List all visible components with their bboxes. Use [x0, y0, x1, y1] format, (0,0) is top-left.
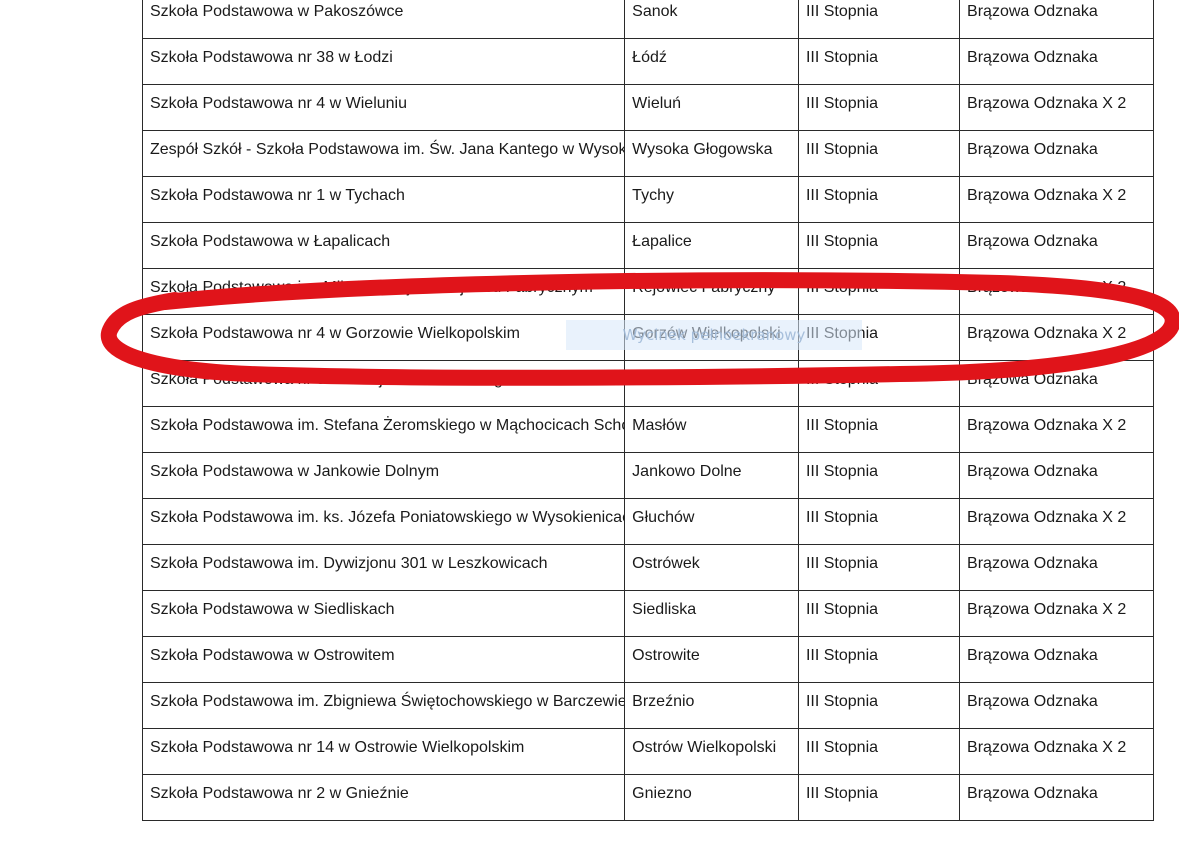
- cell-school-name: Szkoła Podstawowa nr 38 w Łodzi: [141, 38, 626, 85]
- cell-school-name: Szkoła Podstawowa w Ostrowitem: [141, 636, 626, 683]
- table-row: Szkoła Podstawowa nr 8 im. Wojciecha Kor…: [141, 360, 1154, 407]
- cell-award: Brązowa Odznaka X 2: [959, 406, 1154, 453]
- cell-city: Głuchów: [624, 498, 799, 545]
- cell-degree: III Stopnia: [797, 498, 961, 545]
- cell-school-name: Szkoła Podstawowa nr 2 w Gnieźnie: [141, 774, 626, 821]
- cell-award: Brązowa Odznaka X 2: [959, 268, 1154, 315]
- cell-school-name: Zespół Szkół - Szkoła Podstawowa im. Św.…: [141, 130, 626, 177]
- cell-award: Brązowa Odznaka: [959, 636, 1154, 683]
- table-row: Szkoła Podstawowa nr 1 w Tychach Tychy III…: [141, 176, 1154, 223]
- cell-city: Łapalice: [624, 222, 799, 269]
- cell-school-name: Szkoła Podstawowa nr 14 w Ostrowie Wielk…: [141, 728, 626, 775]
- cell-degree: III Stopnia: [797, 590, 961, 637]
- cell-degree: III Stopnia: [797, 406, 961, 453]
- cell-city: Wysoka Głogowska: [624, 130, 799, 177]
- cell-award: Brązowa Odznaka: [959, 774, 1154, 821]
- table-row: Szkoła Podstawowa nr 4 w Wieluniu Wieluń I…: [141, 84, 1154, 131]
- table-row: Szkoła Podstawowa w Siedliskach Siedliska…: [141, 590, 1154, 637]
- table-row: Szkoła Podstawowa nr 38 w Łodzi Łódź III S…: [141, 38, 1154, 85]
- cell-city: Mikołów: [624, 360, 799, 407]
- cell-degree: III Stopnia: [797, 130, 961, 177]
- cell-degree: III Stopnia: [797, 774, 961, 821]
- screen-snip-watermark: Wycinek pełnoekranowy: [566, 320, 862, 350]
- cell-city: Rejowiec Fabryczny: [624, 268, 799, 315]
- cell-award: Brązowa Odznaka: [959, 0, 1154, 39]
- cell-award: Brązowa Odznaka: [959, 360, 1154, 407]
- cell-degree: III Stopnia: [797, 636, 961, 683]
- cell-school-name: Szkoła Podstawowa im. ks. Józefa Poniato…: [141, 498, 626, 545]
- cell-award: Brązowa Odznaka X 2: [959, 84, 1154, 131]
- cell-city: Masłów: [624, 406, 799, 453]
- cell-degree: III Stopnia: [797, 682, 961, 729]
- cell-school-name: Szkoła Podstawowa w Siedliskach: [141, 590, 626, 637]
- cell-degree: III Stopnia: [797, 222, 961, 269]
- cell-city: Ostrów Wielkopolski: [624, 728, 799, 775]
- table-row: Szkoła Podstawowa nr 2 w Gnieźnie Gniezno…: [141, 774, 1154, 821]
- cell-award: Brązowa Odznaka X 2: [959, 176, 1154, 223]
- cell-city: Sanok: [624, 0, 799, 39]
- cell-award: Brązowa Odznaka X 2: [959, 498, 1154, 545]
- cell-degree: III Stopnia: [797, 38, 961, 85]
- cell-school-name: Szkoła Podstawowa nr 1 w Tychach: [141, 176, 626, 223]
- cell-degree: III Stopnia: [797, 176, 961, 223]
- table-row: Szkoła Podstawowa w Jankowie Dolnym Janko…: [141, 452, 1154, 499]
- table-row: Szkoła Podstawowa im. Zbigniewa Świętoch…: [141, 682, 1154, 729]
- schools-table: Szkoła Podstawowa w Pakoszówce Sanok III S…: [141, 0, 1154, 821]
- cell-degree: III Stopnia: [797, 452, 961, 499]
- table-row: Szkoła Podstawowa nr 14 w Ostrowie Wielk…: [141, 728, 1154, 775]
- cell-city: Wieluń: [624, 84, 799, 131]
- cell-city: Tychy: [624, 176, 799, 223]
- cell-degree: III Stopnia: [797, 0, 961, 39]
- cell-city: Brzeźnio: [624, 682, 799, 729]
- cell-school-name: Szkoła Podstawowa im. Dywizjonu 301 w Le…: [141, 544, 626, 591]
- cell-award: Brązowa Odznaka X 2: [959, 590, 1154, 637]
- cell-degree: III Stopnia: [797, 360, 961, 407]
- table-row: Szkoła Podstawowa im. Stefana Żeromskieg…: [141, 406, 1154, 453]
- cell-degree: III Stopnia: [797, 84, 961, 131]
- cell-award: Brązowa Odznaka: [959, 452, 1154, 499]
- cell-school-name: Szkoła Podstawowa im. Stefana Żeromskieg…: [141, 406, 626, 453]
- cell-school-name: Szkoła Podstawowa nr 4 w Gorzowie Wielko…: [141, 314, 626, 361]
- cell-award: Brązowa Odznaka: [959, 222, 1154, 269]
- schools-table-body: Szkoła Podstawowa w Pakoszówce Sanok III S…: [141, 0, 1154, 821]
- cell-school-name: Szkoła Podstawowa w Jankowie Dolnym: [141, 452, 626, 499]
- cell-award: Brązowa Odznaka X 2: [959, 314, 1154, 361]
- cell-degree: III Stopnia: [797, 728, 961, 775]
- cell-school-name: Szkoła Podstawowa im. Zbigniewa Świętoch…: [141, 682, 626, 729]
- cell-degree: III Stopnia: [797, 544, 961, 591]
- cell-city: Siedliska: [624, 590, 799, 637]
- cell-award: Brązowa Odznaka X 2: [959, 728, 1154, 775]
- cell-school-name: Szkoła Podstawowa w Pakoszówce: [141, 0, 626, 39]
- table-row: Szkoła Podstawowa im. ks. Józefa Poniato…: [141, 498, 1154, 545]
- cell-degree: III Stopnia: [797, 268, 961, 315]
- cell-school-name: Szkoła Podstawowa w Łapalicach: [141, 222, 626, 269]
- cell-school-name: Szkoła Podstawowa nr 8 im. Wojciecha Kor…: [141, 360, 626, 407]
- table-row: Szkoła Podstawowa im. Dywizjonu 301 w Le…: [141, 544, 1154, 591]
- cell-school-name: Szkoła Podstawowa im. Mikołaja Reja w Re…: [141, 268, 626, 315]
- table-row: Szkoła Podstawowa w Łapalicach Łapalice II…: [141, 222, 1154, 269]
- cell-city: Gniezno: [624, 774, 799, 821]
- cell-city: Ostrowite: [624, 636, 799, 683]
- cell-award: Brązowa Odznaka: [959, 544, 1154, 591]
- table-row: Szkoła Podstawowa w Ostrowitem Ostrowite I…: [141, 636, 1154, 683]
- cell-city: Jankowo Dolne: [624, 452, 799, 499]
- cell-award: Brązowa Odznaka: [959, 130, 1154, 177]
- cell-city: Łódź: [624, 38, 799, 85]
- cell-award: Brązowa Odznaka: [959, 682, 1154, 729]
- cell-award: Brązowa Odznaka: [959, 38, 1154, 85]
- table-row: Szkoła Podstawowa w Pakoszówce Sanok III S…: [141, 0, 1154, 39]
- cell-school-name: Szkoła Podstawowa nr 4 w Wieluniu: [141, 84, 626, 131]
- table-row: Zespół Szkół - Szkoła Podstawowa im. Św.…: [141, 130, 1154, 177]
- cell-city: Ostrówek: [624, 544, 799, 591]
- table-row: Szkoła Podstawowa im. Mikołaja Reja w Re…: [141, 268, 1154, 315]
